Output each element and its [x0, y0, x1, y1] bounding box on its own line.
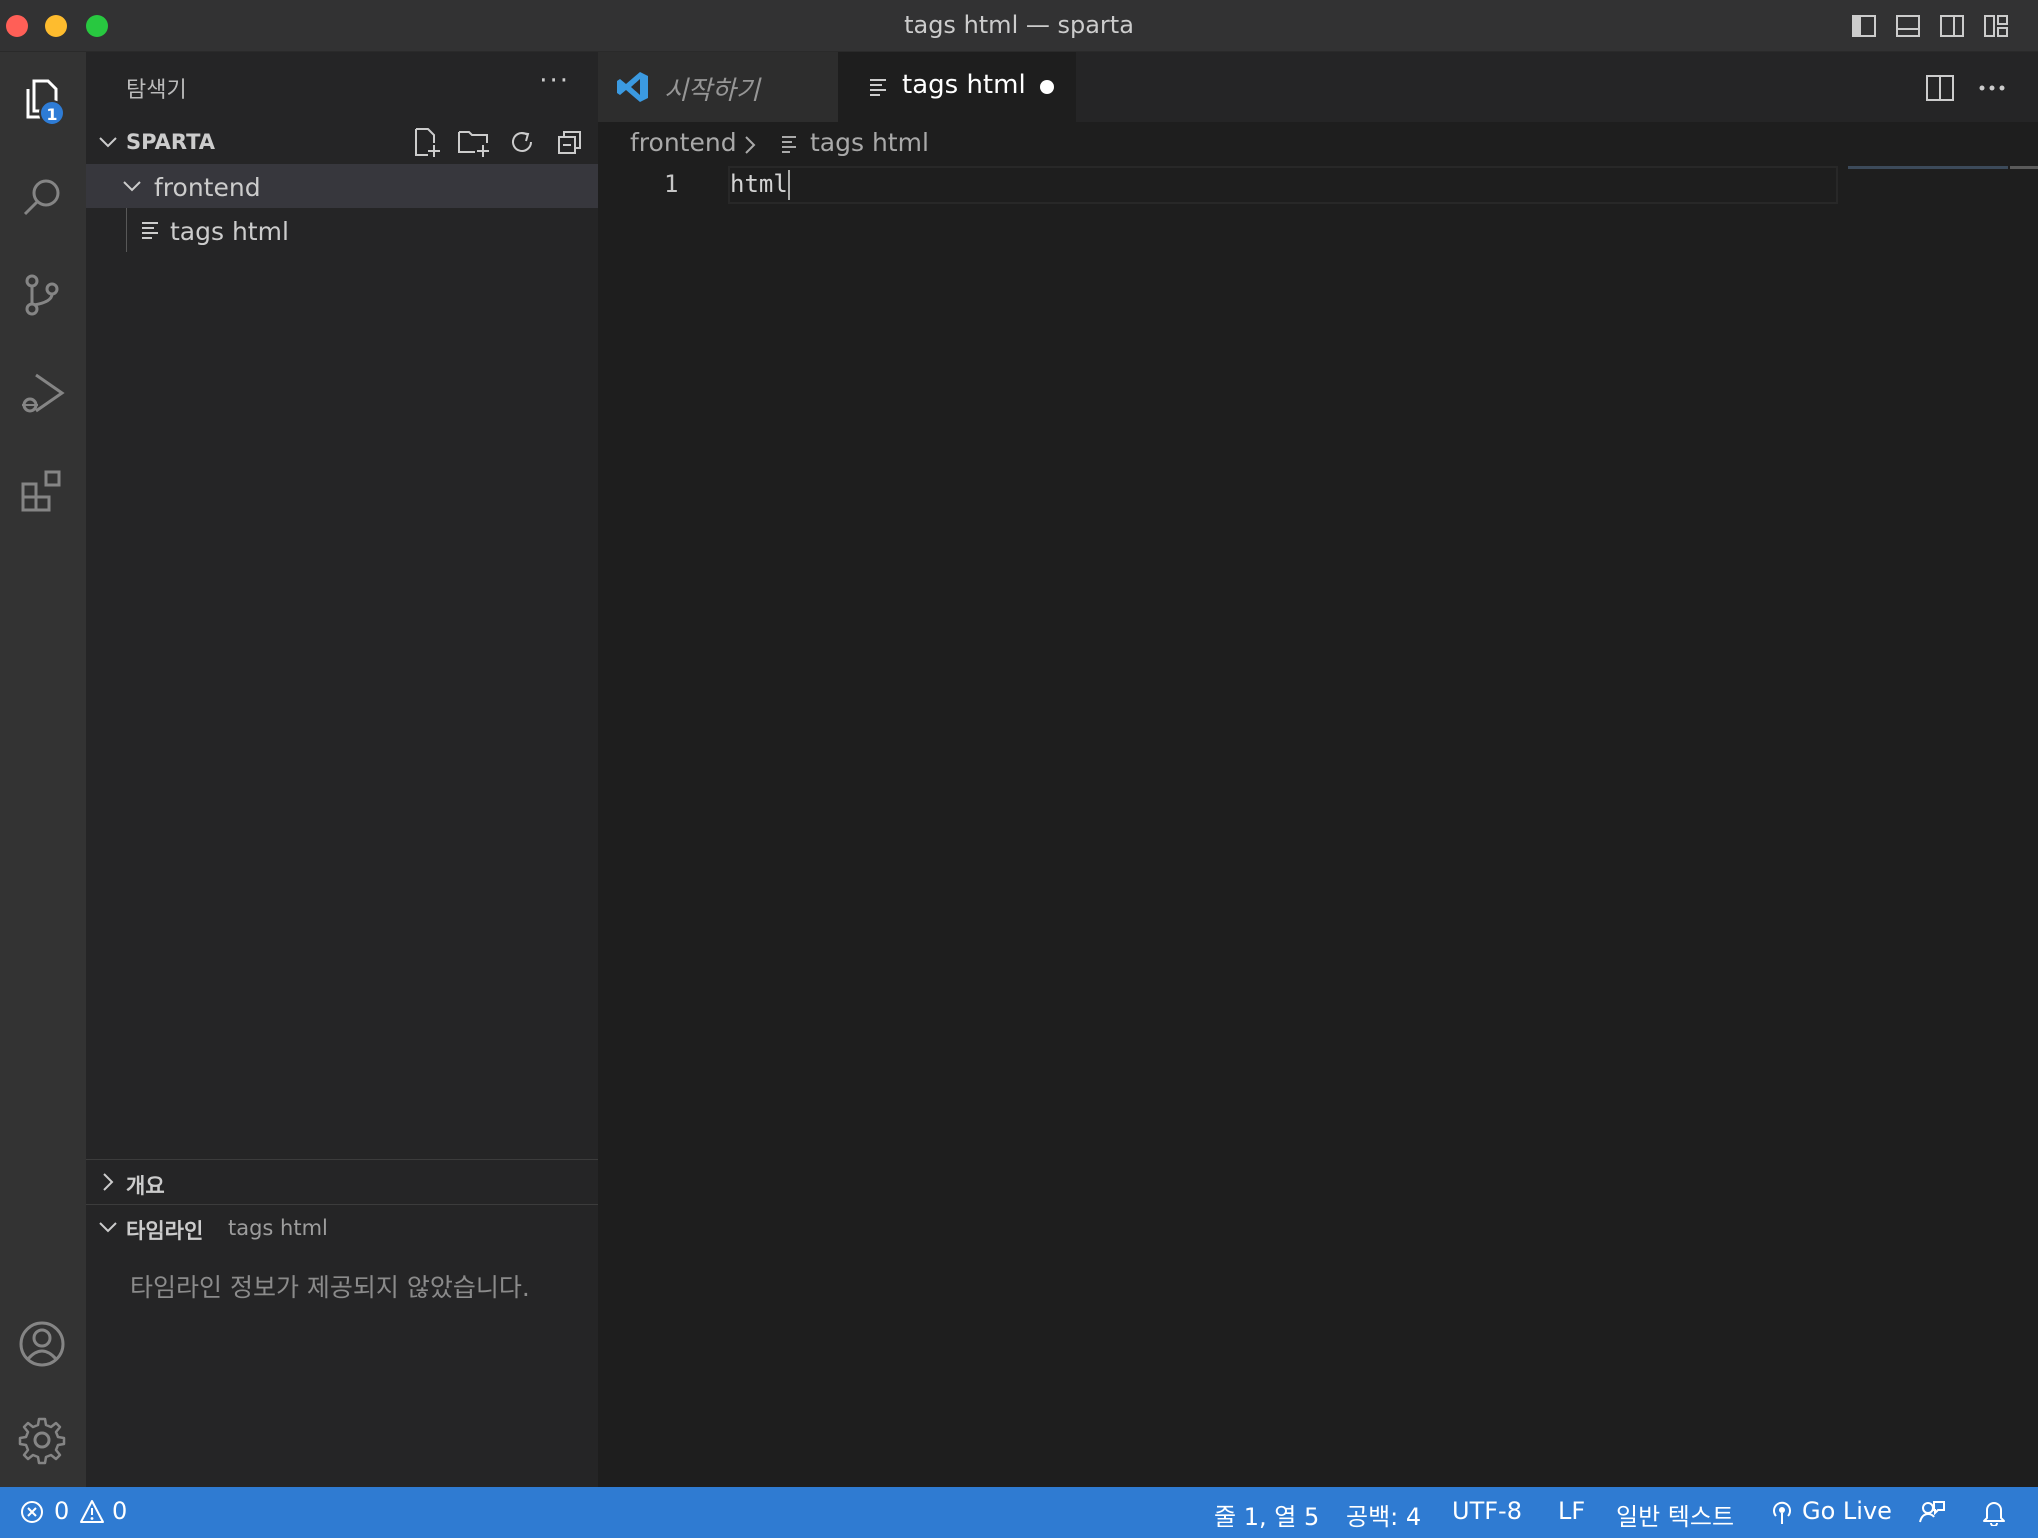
- tree-item-frontend[interactable]: frontend: [86, 164, 598, 208]
- error-icon[interactable]: [18, 1498, 46, 1526]
- sidebar-more-button[interactable]: ···: [539, 66, 570, 96]
- indentation-setting[interactable]: 공백: 4: [1346, 1497, 1421, 1532]
- new-file-icon: [415, 128, 440, 157]
- sidebar-header: 탐색기 ···: [86, 52, 598, 120]
- title-bar: tags html — sparta: [0, 0, 2038, 52]
- split-editor-icon[interactable]: [1924, 72, 1956, 104]
- chevron-down-icon: [99, 137, 117, 148]
- toggle-secondary-sidebar-icon[interactable]: [1938, 12, 1966, 40]
- notifications-bell-icon[interactable]: [1980, 1498, 2008, 1526]
- line-number: 1: [664, 170, 679, 198]
- minimap[interactable]: [1848, 166, 2008, 169]
- explorer-button[interactable]: 1: [9, 66, 75, 132]
- timeline-file-name: tags html: [228, 1216, 328, 1240]
- explorer-toolbar: [408, 124, 588, 160]
- eol-setting[interactable]: LF: [1558, 1497, 1585, 1525]
- code-editor[interactable]: 1 html: [598, 166, 2038, 1487]
- new-file-button[interactable]: [408, 124, 444, 160]
- chevron-right-icon: [745, 136, 756, 154]
- text-cursor: [788, 170, 790, 200]
- error-count[interactable]: 0: [54, 1497, 69, 1525]
- breadcrumb: frontend tags html: [598, 122, 2038, 166]
- customize-layout-icon[interactable]: [1982, 12, 2010, 40]
- collapse-all-button[interactable]: [552, 124, 588, 160]
- tree-item-label: frontend: [154, 173, 261, 202]
- plain-text-file-icon: [870, 79, 886, 96]
- broadcast-icon[interactable]: [1768, 1498, 1796, 1526]
- manage-button[interactable]: [9, 1407, 75, 1473]
- new-folder-icon: [458, 131, 489, 157]
- tab-tags-html[interactable]: tags html: [838, 52, 1076, 122]
- tab-label: tags html: [902, 70, 1026, 100]
- refresh-icon: [512, 132, 532, 152]
- workspace-section-header[interactable]: SPARTA: [86, 120, 598, 164]
- status-bar: 0 0 줄 1, 열 5 공백: 4 UTF-8 LF 일반 텍스트 Go Li…: [0, 1487, 2038, 1538]
- chevron-right-icon: [103, 1173, 114, 1191]
- search-icon: [23, 179, 60, 216]
- chevron-down-icon: [99, 1222, 117, 1233]
- tree-item-tags-html[interactable]: tags html: [86, 208, 598, 252]
- toggle-panel-icon[interactable]: [1894, 12, 1922, 40]
- vertical-scrollbar[interactable]: [2010, 166, 2038, 169]
- editor-tab-bar: 시작하기 tags html: [598, 52, 2038, 122]
- chevron-down-icon: [123, 181, 141, 192]
- window-title: tags html — sparta: [904, 11, 1134, 39]
- activity-bar: 1: [0, 52, 86, 1487]
- breadcrumb-folder[interactable]: frontend: [630, 128, 737, 157]
- tab-label: 시작하기: [664, 76, 760, 106]
- current-line-highlight: [728, 166, 1838, 204]
- account-button[interactable]: [9, 1311, 75, 1377]
- extensions-icon: [21, 470, 61, 512]
- account-icon: [19, 1321, 65, 1367]
- warning-icon[interactable]: [78, 1498, 106, 1526]
- run-debug-button[interactable]: [9, 360, 75, 426]
- explorer-sidebar: 탐색기 ··· SPARTA frontend tags html 개요 타임라…: [86, 52, 598, 1487]
- refresh-explorer-button[interactable]: [504, 124, 540, 160]
- outline-label: 개요: [126, 1174, 165, 1198]
- plain-text-file-icon: [782, 136, 796, 153]
- indent-guide: [126, 208, 127, 252]
- code-line[interactable]: html: [730, 166, 788, 202]
- tab-welcome[interactable]: 시작하기: [598, 52, 838, 122]
- sidebar-title: 탐색기: [126, 78, 187, 103]
- source-control-button[interactable]: [9, 262, 75, 328]
- vscode-logo-icon: [617, 72, 648, 102]
- warning-count[interactable]: 0: [112, 1497, 127, 1525]
- source-control-icon: [25, 274, 59, 316]
- run-debug-icon: [22, 373, 65, 413]
- toggle-primary-sidebar-icon[interactable]: [1850, 12, 1878, 40]
- editor-more-actions-icon[interactable]: [1976, 72, 2008, 104]
- breadcrumb-file[interactable]: tags html: [810, 128, 929, 157]
- collapse-all-icon: [558, 131, 581, 154]
- gear-icon: [18, 1417, 66, 1465]
- workspace-name: SPARTA: [126, 130, 216, 154]
- go-live-button[interactable]: Go Live: [1802, 1497, 1892, 1525]
- encoding-setting[interactable]: UTF-8: [1452, 1497, 1522, 1525]
- search-button[interactable]: [9, 164, 75, 230]
- new-folder-button[interactable]: [456, 124, 492, 160]
- plain-text-file-icon: [142, 222, 158, 239]
- timeline-section-header[interactable]: 타임라인 tags html: [86, 1205, 598, 1249]
- language-mode[interactable]: 일반 텍스트: [1616, 1497, 1734, 1532]
- tree-item-label: tags html: [170, 217, 289, 246]
- outline-section-header[interactable]: 개요: [86, 1160, 598, 1204]
- feedback-icon[interactable]: [1918, 1498, 1946, 1526]
- unsaved-indicator[interactable]: [1040, 80, 1054, 94]
- explorer-badge: 1: [39, 100, 65, 126]
- timeline-label: 타임라인: [126, 1219, 204, 1243]
- extensions-button[interactable]: [9, 458, 75, 524]
- timeline-empty-message: 타임라인 정보가 제공되지 않았습니다.: [130, 1273, 530, 1302]
- cursor-position[interactable]: 줄 1, 열 5: [1214, 1497, 1319, 1532]
